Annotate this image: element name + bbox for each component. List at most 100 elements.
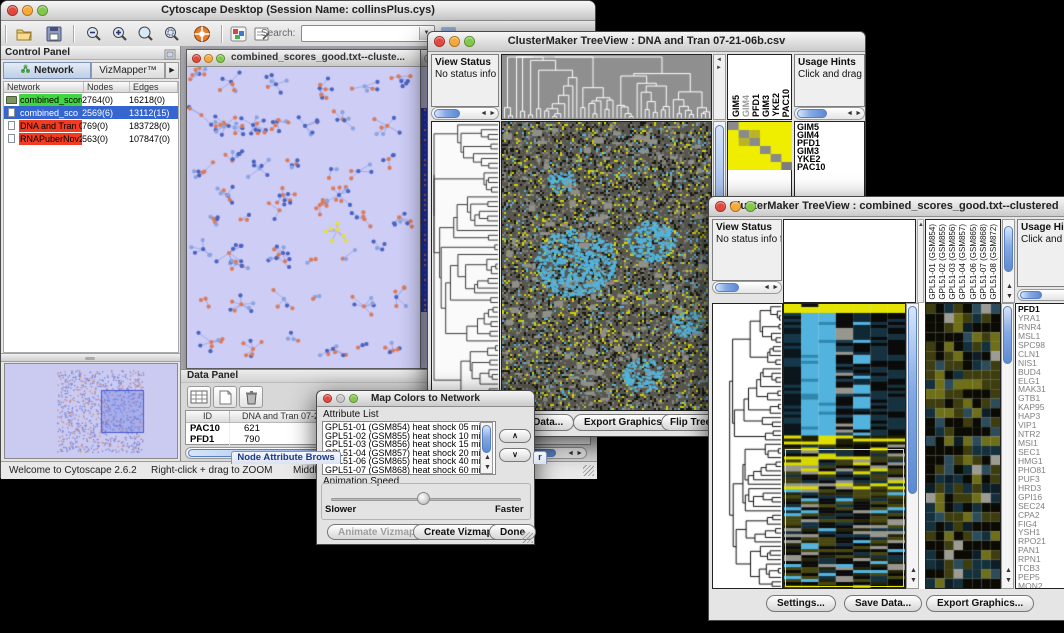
resize-grip[interactable] bbox=[522, 532, 533, 543]
resize-grip[interactable] bbox=[583, 465, 594, 476]
visual-styles-button[interactable] bbox=[227, 24, 249, 44]
zoom-button[interactable] bbox=[464, 36, 475, 47]
scroll-thumb[interactable] bbox=[1020, 291, 1042, 299]
array-column-label[interactable]: GPL51-03 (GSM856) bbox=[948, 224, 957, 300]
array-column-label[interactable]: GPL51-06 (GSM865) bbox=[969, 224, 978, 300]
close-button[interactable] bbox=[715, 201, 726, 212]
gene-label[interactable]: PAC10 bbox=[797, 163, 862, 171]
network-list-row[interactable]: combined_sco 2569(6) 13112(15) bbox=[4, 106, 178, 119]
array-column-label[interactable]: GPL51-01 (GSM854) bbox=[928, 224, 937, 300]
tab-attribute-browser-fragment[interactable]: r bbox=[533, 451, 547, 464]
column-label[interactable]: PFD1 bbox=[751, 94, 761, 117]
panel-splitter[interactable] bbox=[1, 353, 180, 362]
scroll-left-icon[interactable]: ◄ bbox=[480, 108, 487, 119]
tv2-zoom-heatmap-canvas[interactable] bbox=[925, 303, 1001, 589]
select-attributes-button[interactable] bbox=[187, 386, 211, 408]
zoom-button[interactable] bbox=[216, 54, 225, 63]
tv1-column-dendrogram-canvas[interactable] bbox=[501, 54, 712, 120]
scroll-left-icon[interactable]: ◄ bbox=[567, 448, 574, 459]
attribute-list-vscrollbar[interactable]: ▲ ▼ bbox=[480, 422, 493, 474]
minimize-button[interactable] bbox=[449, 36, 460, 47]
tv2-scroll-strip[interactable]: ▲ bbox=[917, 219, 924, 303]
array-column-label[interactable]: GPL51-04 (GSM857) bbox=[958, 224, 967, 300]
scroll-down-icon[interactable]: ▼ bbox=[910, 575, 917, 586]
column-label[interactable]: GIM5 bbox=[731, 95, 741, 117]
help-button[interactable] bbox=[191, 24, 213, 44]
scroll-thumb[interactable] bbox=[715, 283, 739, 292]
scroll-thumb[interactable] bbox=[434, 109, 460, 118]
tv2-save-data-button[interactable]: Save Data... bbox=[844, 595, 922, 612]
array-column-label[interactable]: GPL51-02 (GSM855) bbox=[938, 224, 947, 300]
tv1-status-hscrollbar[interactable]: ◄ ► bbox=[431, 107, 499, 120]
tv1-zoom-matrix-canvas[interactable] bbox=[728, 122, 792, 170]
tv2-export-graphics-button[interactable]: Export Graphics... bbox=[926, 595, 1034, 612]
scroll-thumb[interactable] bbox=[482, 425, 491, 453]
new-attribute-button[interactable] bbox=[213, 386, 237, 408]
tab-network[interactable]: Network bbox=[3, 62, 91, 79]
scroll-left-icon[interactable]: ◄ bbox=[716, 57, 722, 63]
open-session-button[interactable] bbox=[13, 24, 35, 44]
zoom-in-button[interactable] bbox=[109, 24, 131, 44]
close-button[interactable] bbox=[192, 54, 201, 63]
zoom-button[interactable] bbox=[349, 394, 358, 403]
scroll-right-icon[interactable]: ► bbox=[716, 65, 722, 71]
tv2-main-vscrollbar[interactable]: ▲ ▼ bbox=[906, 303, 919, 589]
network-list-row[interactable]: combined_scores 2764(0) 16218(0) bbox=[4, 93, 178, 106]
scroll-right-icon[interactable]: ► bbox=[855, 108, 862, 119]
tv1-row-dendrogram-canvas[interactable] bbox=[431, 121, 500, 411]
animate-vizmap-button[interactable]: Animate Vizmap bbox=[327, 524, 426, 540]
tv1-global-heatmap-canvas[interactable] bbox=[501, 121, 712, 411]
array-column-label[interactable]: GPL51-08 (GSM872) bbox=[989, 224, 998, 300]
scroll-right-icon[interactable]: ► bbox=[489, 108, 496, 119]
close-button[interactable] bbox=[323, 394, 332, 403]
dialog-titlebar[interactable]: Map Colors to Network bbox=[317, 391, 534, 407]
column-label[interactable]: PAC10 bbox=[781, 89, 791, 117]
main-titlebar[interactable]: Cytoscape Desktop (Session Name: collins… bbox=[1, 1, 595, 21]
speed-slider-thumb[interactable] bbox=[417, 492, 430, 505]
tv2-usage-hscrollbar[interactable] bbox=[1017, 289, 1064, 301]
save-session-button[interactable] bbox=[43, 24, 65, 44]
scroll-right-icon[interactable]: ► bbox=[576, 448, 583, 459]
column-label[interactable]: GIM3 bbox=[761, 95, 771, 117]
search-input[interactable] bbox=[304, 27, 416, 40]
tv2-column-dendrogram-area[interactable] bbox=[783, 219, 916, 303]
network-window-1[interactable]: combined_scores_good.txt--cluste... bbox=[186, 49, 421, 369]
network-list-row[interactable]: DNA and Tran 07 769(0) 183728(0) bbox=[4, 119, 178, 132]
array-column-label[interactable]: GPL51-07 (GSM868) bbox=[979, 224, 988, 300]
column-label[interactable]: YKE2 bbox=[771, 93, 781, 117]
close-button[interactable] bbox=[434, 36, 445, 47]
tv2-row-dendrogram-canvas[interactable] bbox=[712, 303, 783, 589]
tv2-collabel-vscrollbar[interactable]: ▲ ▼ bbox=[1002, 219, 1015, 303]
move-down-button[interactable]: ∨ bbox=[499, 448, 531, 462]
network-window-1-titlebar[interactable]: combined_scores_good.txt--cluste... bbox=[187, 50, 420, 67]
network-view-canvas[interactable] bbox=[187, 67, 420, 368]
delete-attribute-button[interactable] bbox=[239, 386, 263, 408]
scroll-thumb[interactable] bbox=[1004, 226, 1013, 272]
column-label[interactable]: GIM4 bbox=[741, 95, 751, 117]
scroll-thumb[interactable] bbox=[1003, 306, 1012, 364]
network-list-row[interactable]: RNAPuberNov2+ 563(0) 107847(0) bbox=[4, 132, 178, 145]
zoom-button[interactable] bbox=[37, 5, 48, 16]
scroll-left-icon[interactable]: ◄ bbox=[763, 282, 770, 293]
scroll-thumb[interactable] bbox=[908, 306, 917, 494]
zoom-selected-button[interactable] bbox=[161, 24, 183, 44]
network-overview-canvas[interactable] bbox=[4, 363, 178, 459]
scroll-down-icon[interactable]: ▼ bbox=[1005, 575, 1012, 586]
attribute-list[interactable]: GPL51-01 (GSM854) heat shock 05 minGPL51… bbox=[322, 421, 496, 475]
move-up-button[interactable]: ∧ bbox=[499, 429, 531, 443]
gene-label[interactable]: MON2 bbox=[1018, 582, 1064, 589]
tab-node-attribute-browser[interactable]: Node Attribute Brows bbox=[231, 451, 341, 464]
minimize-button[interactable] bbox=[730, 201, 741, 212]
tv1-usage-hscrollbar[interactable]: ◄ ► bbox=[794, 107, 865, 120]
scroll-up-icon[interactable]: ▲ bbox=[918, 222, 924, 228]
scroll-down-icon[interactable]: ▼ bbox=[484, 462, 491, 473]
tab-overflow-button[interactable]: ▶ bbox=[165, 62, 179, 79]
tv2-status-hscrollbar[interactable]: ◄ ► bbox=[712, 281, 782, 294]
tv1-scroll-strip[interactable]: ◄ ► bbox=[713, 54, 726, 120]
minimize-button[interactable] bbox=[22, 5, 33, 16]
tab-vizmapper[interactable]: VizMapper™ bbox=[91, 62, 165, 79]
tv2-settings-button[interactable]: Settings... bbox=[766, 595, 836, 612]
zoom-button[interactable] bbox=[745, 201, 756, 212]
search-combobox[interactable]: ▼ bbox=[301, 25, 435, 42]
scroll-left-icon[interactable]: ◄ bbox=[846, 108, 853, 119]
